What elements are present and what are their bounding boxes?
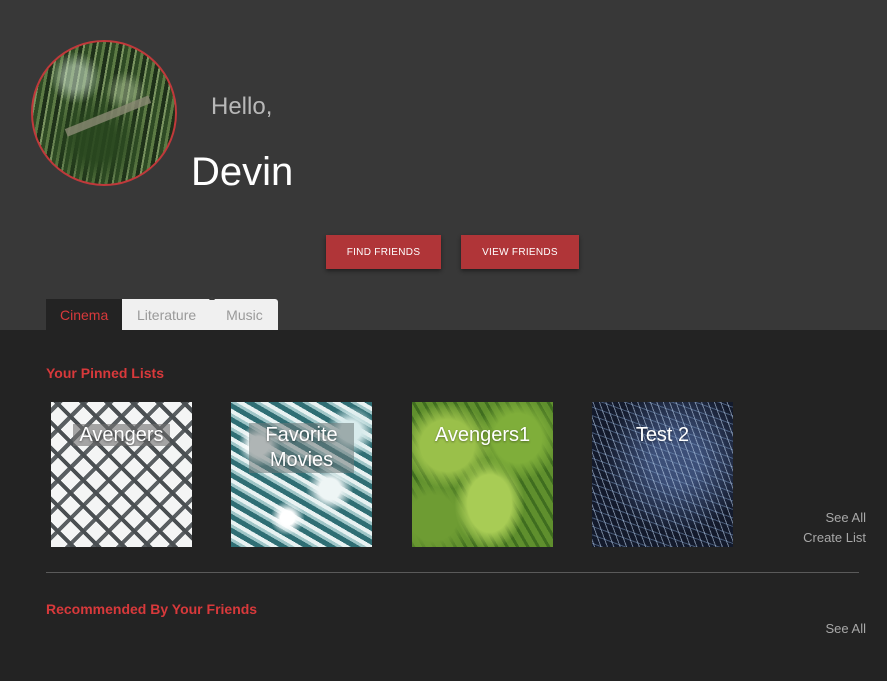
profile-header: Hello, Devin FIND FRIENDS VIEW FRIENDS C…: [0, 0, 887, 330]
pinned-list-label: Test 2: [635, 424, 690, 446]
user-name: Devin: [191, 150, 294, 194]
recommended-see-all-link[interactable]: See All: [826, 621, 866, 636]
category-tabs: Cinema Literature Music: [46, 296, 278, 330]
pinned-list-card[interactable]: Avengers: [51, 402, 192, 547]
inactive-tabs: Literature Music: [122, 296, 278, 330]
greeting: Hello,: [211, 93, 273, 120]
tab-literature[interactable]: Literature: [122, 299, 211, 330]
create-list-link[interactable]: Create List: [803, 530, 866, 545]
pinned-list-label: Favorite Movies: [249, 423, 354, 473]
recommended-title: Recommended By Your Friends: [46, 601, 258, 617]
avatar[interactable]: [31, 40, 177, 186]
pinned-lists-title: Your Pinned Lists: [46, 365, 164, 381]
section-divider: [46, 572, 859, 573]
tab-music[interactable]: Music: [211, 299, 278, 330]
pinned-list-card[interactable]: Avengers1: [412, 402, 553, 547]
tab-cinema[interactable]: Cinema: [46, 299, 122, 330]
pinned-list-label: Avengers1: [434, 424, 531, 446]
find-friends-button[interactable]: FIND FRIENDS: [326, 235, 441, 269]
tab-caret-icon: [209, 296, 215, 300]
pinned-list-card[interactable]: Favorite Movies: [231, 402, 372, 547]
view-friends-button[interactable]: VIEW FRIENDS: [461, 235, 579, 269]
pinned-list-label: Avengers: [73, 424, 170, 446]
pinned-list-card[interactable]: Test 2: [592, 402, 733, 547]
pinned-see-all-link[interactable]: See All: [826, 510, 866, 525]
